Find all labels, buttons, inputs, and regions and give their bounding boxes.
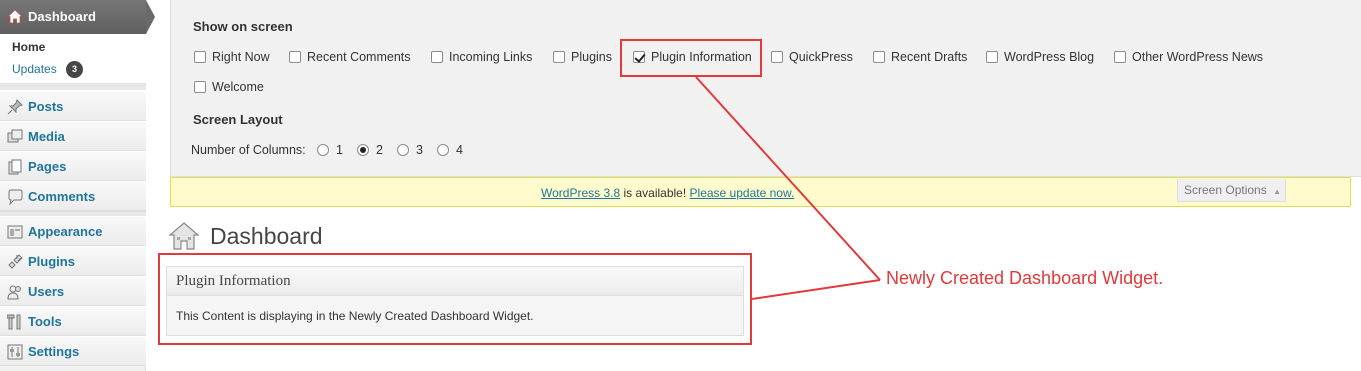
annotation-label: Newly Created Dashboard Widget. xyxy=(886,268,1164,288)
annotation-lines xyxy=(695,76,881,300)
annotation-line-bottom xyxy=(751,279,881,300)
annotation-line-top xyxy=(695,76,881,281)
